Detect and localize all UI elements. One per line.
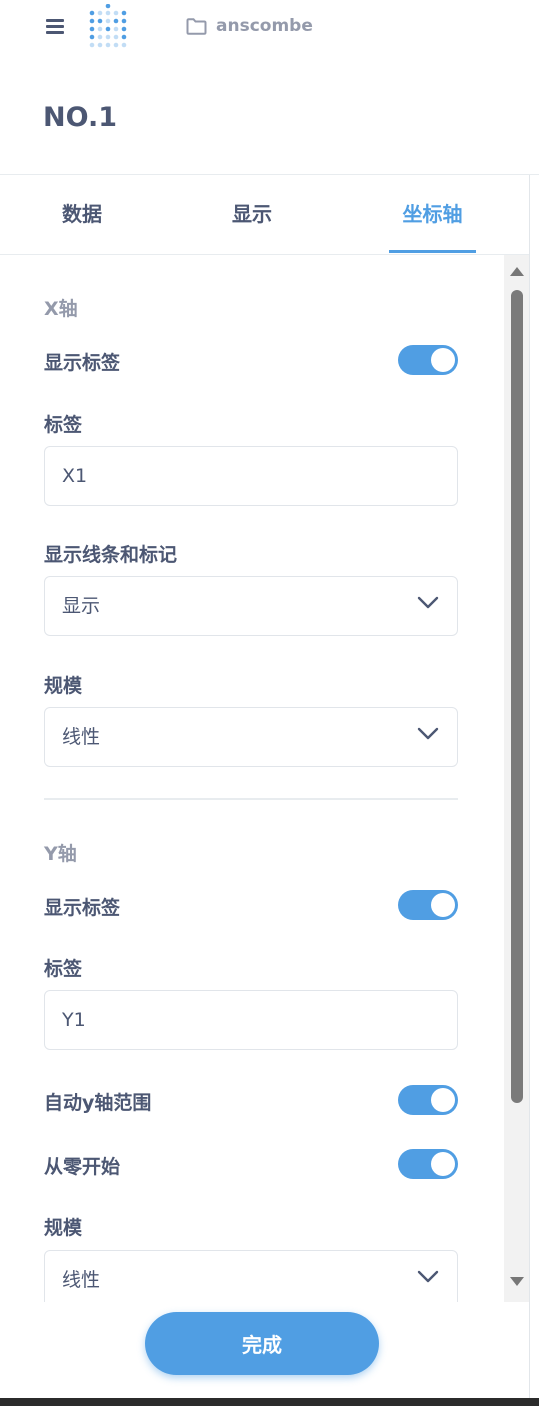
- y-label-input[interactable]: [44, 990, 458, 1050]
- y-start-zero-toggle[interactable]: [398, 1149, 458, 1179]
- x-line-marks-value: 显示: [62, 595, 101, 617]
- folder-icon: [186, 17, 207, 35]
- x-show-label-toggle[interactable]: [398, 345, 458, 375]
- x-scale-label: 规模: [44, 675, 83, 697]
- breadcrumb[interactable]: anscombe: [186, 16, 313, 36]
- section-divider: [44, 798, 458, 800]
- logo-icon[interactable]: [88, 4, 130, 50]
- x-label-label: 标签: [44, 414, 83, 436]
- scrollbar-thumb[interactable]: [511, 290, 523, 1103]
- done-button[interactable]: 完成: [145, 1312, 379, 1375]
- tab-data[interactable]: 数据: [61, 175, 103, 254]
- x-scale-value: 线性: [62, 726, 101, 748]
- x-label-input[interactable]: [44, 446, 458, 506]
- scroll-down-arrow-icon[interactable]: [510, 1277, 524, 1286]
- tab-axes[interactable]: 坐标轴: [389, 175, 476, 254]
- y-scale-label: 规模: [44, 1217, 83, 1239]
- top-bar: anscombe: [0, 0, 539, 54]
- chevron-down-icon: [417, 1270, 439, 1283]
- x-axis-section-title: X轴: [44, 298, 78, 320]
- settings-panel: X轴 显示标签 标签 显示线条和标记 显示 规模 线性 Y轴 显示标签 标签 自…: [0, 255, 504, 1302]
- y-show-label-toggle[interactable]: [398, 890, 458, 920]
- scrollbar[interactable]: [504, 255, 529, 1302]
- title-area: NO.1: [0, 54, 539, 175]
- y-scale-value: 线性: [62, 1269, 101, 1291]
- x-line-marks-select[interactable]: 显示: [44, 576, 458, 636]
- y-scale-select[interactable]: 线性: [44, 1250, 458, 1302]
- breadcrumb-collection: anscombe: [216, 16, 313, 36]
- chevron-down-icon: [417, 727, 439, 740]
- menu-icon[interactable]: [46, 19, 64, 34]
- window-bottom-edge: [0, 1398, 539, 1406]
- y-start-zero-label: 从零开始: [44, 1156, 121, 1178]
- y-axis-section-title: Y轴: [44, 843, 77, 865]
- x-line-marks-label: 显示线条和标记: [44, 544, 178, 566]
- toggle-knob: [431, 348, 455, 372]
- toggle-knob: [431, 1152, 455, 1176]
- footer: 完成: [0, 1302, 529, 1398]
- scroll-up-arrow-icon[interactable]: [510, 267, 524, 276]
- y-label-label: 标签: [44, 958, 83, 980]
- tab-display[interactable]: 显示: [231, 175, 273, 254]
- x-show-label-label: 显示标签: [44, 352, 121, 374]
- toggle-knob: [431, 1088, 455, 1112]
- toggle-knob: [431, 893, 455, 917]
- y-auto-range-toggle[interactable]: [398, 1085, 458, 1115]
- y-auto-range-label: 自动y轴范围: [44, 1092, 152, 1114]
- y-show-label-label: 显示标签: [44, 897, 121, 919]
- chevron-down-icon: [417, 596, 439, 609]
- page-title: NO.1: [43, 102, 117, 133]
- x-scale-select[interactable]: 线性: [44, 707, 458, 767]
- settings-tabs: 数据 显示 坐标轴: [0, 175, 529, 255]
- panel-divider: [529, 175, 530, 1406]
